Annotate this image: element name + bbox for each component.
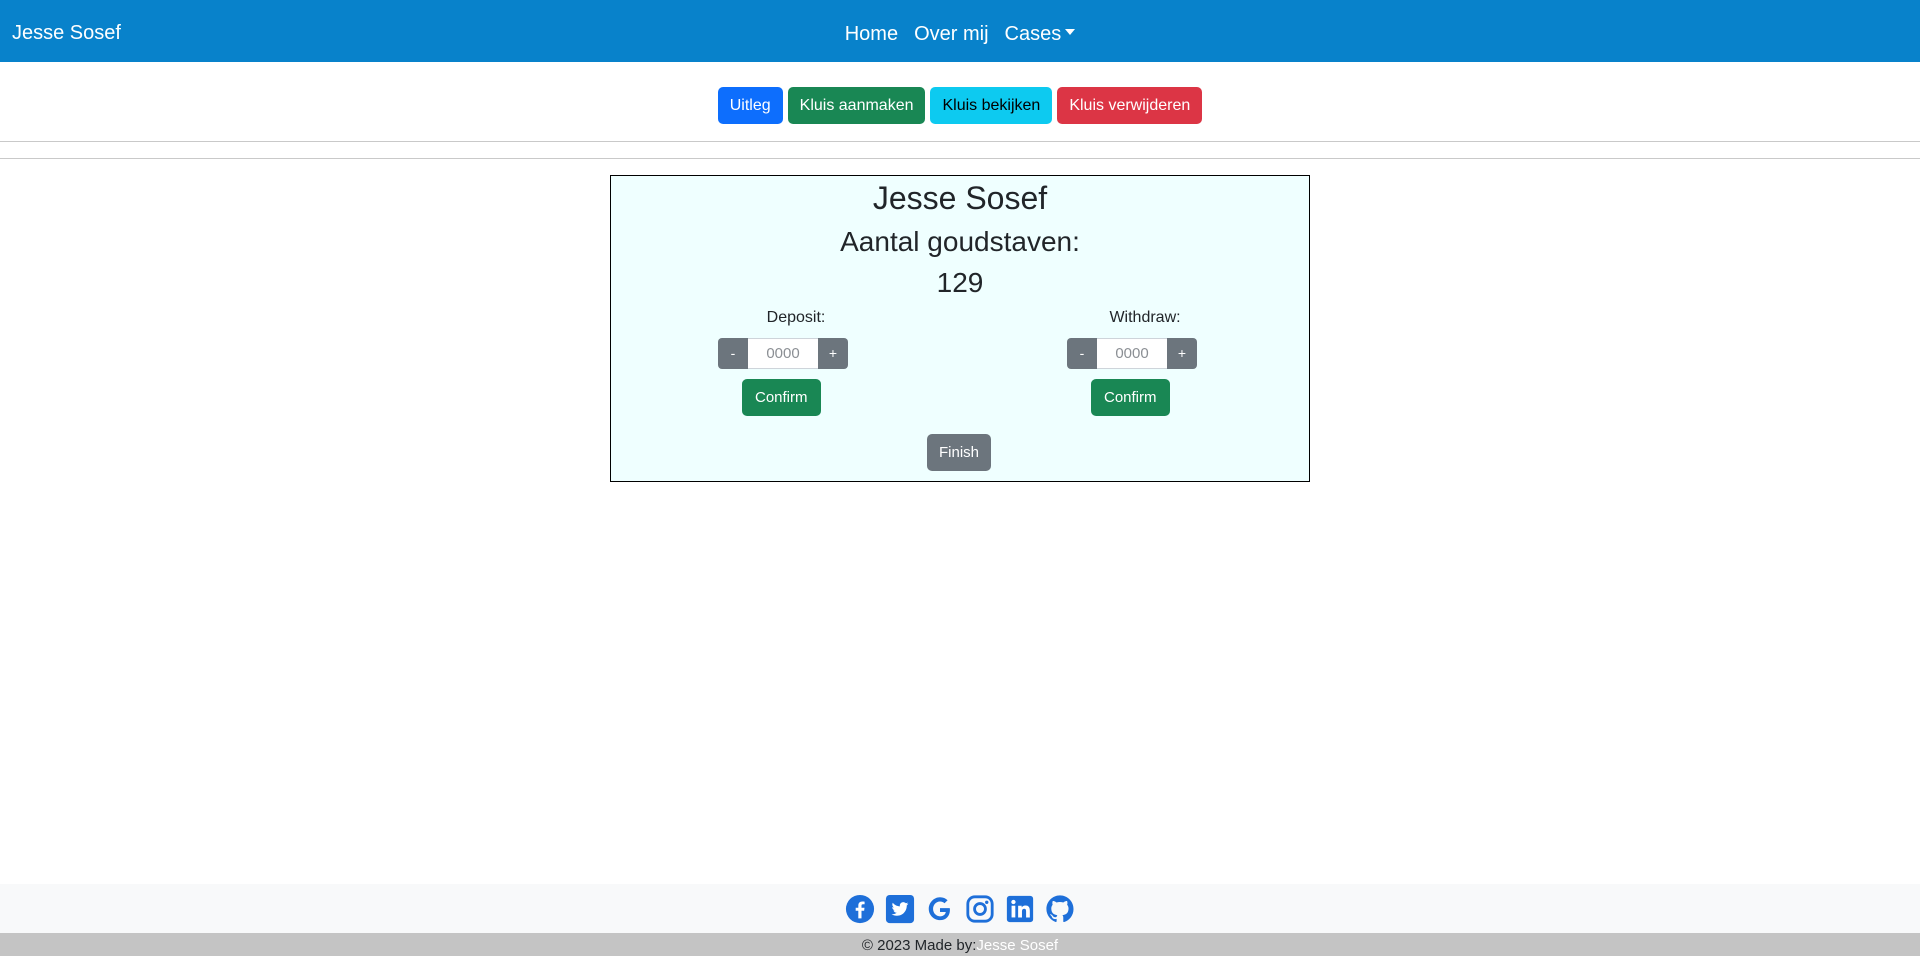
gold-bars-count: 129 (936, 267, 984, 298)
nav-link-cases-label: Cases (1004, 22, 1062, 45)
vault-card: Jesse Sosef Aantal goudstaven: 129 Depos… (610, 175, 1310, 482)
linkedin-icon[interactable] (1005, 894, 1035, 924)
withdraw-amount-input[interactable] (1097, 338, 1167, 369)
divider (0, 141, 1920, 142)
facebook-icon[interactable] (845, 894, 875, 924)
withdraw-label: Withdraw: (1109, 309, 1181, 326)
google-icon[interactable] (925, 894, 955, 924)
copyright-text: © 2023 Made by: (861, 937, 977, 954)
top-navbar: Jesse Sosef Home Over mij Cases (0, 0, 1920, 62)
withdraw-increment-button[interactable]: + (1167, 338, 1197, 369)
nav-dropdown-cases[interactable]: Cases (1005, 23, 1076, 46)
deposit-increment-button[interactable]: + (818, 338, 848, 369)
deposit-decrement-button[interactable]: - (718, 338, 748, 369)
vault-action-buttons: Uitleg Kluis aanmaken Kluis bekijken Klu… (0, 87, 1920, 124)
nav-link-over-mij[interactable]: Over mij (914, 23, 988, 46)
instagram-icon[interactable] (965, 894, 995, 924)
finish-button[interactable]: Finish (927, 434, 992, 471)
withdraw-confirm-button[interactable]: Confirm (1091, 379, 1170, 416)
twitter-icon[interactable] (885, 894, 915, 924)
divider (0, 158, 1920, 159)
nav-links: Home Over mij Cases (0, 0, 1920, 62)
withdraw-decrement-button[interactable]: - (1067, 338, 1097, 369)
delete-vault-button[interactable]: Kluis verwijderen (1057, 87, 1203, 124)
create-vault-button[interactable]: Kluis aanmaken (787, 87, 926, 124)
github-icon[interactable] (1045, 894, 1075, 924)
caret-down-icon (1065, 29, 1076, 35)
vault-owner-name: Jesse Sosef (872, 180, 1048, 216)
deposit-confirm-button[interactable]: Confirm (742, 379, 821, 416)
deposit-label: Deposit: (766, 309, 826, 326)
withdraw-stepper: - + (1067, 338, 1197, 369)
nav-link-home[interactable]: Home (845, 23, 898, 46)
footer: © 2023 Made by:Jesse Sosef (0, 884, 1920, 956)
social-links (0, 894, 1920, 924)
view-vault-button[interactable]: Kluis bekijken (930, 87, 1053, 124)
uitleg-button[interactable]: Uitleg (717, 87, 783, 124)
copyright-author-link[interactable]: Jesse Sosef (976, 937, 1058, 954)
copyright-bar: © 2023 Made by:Jesse Sosef (0, 933, 1920, 956)
deposit-stepper: - + (718, 338, 848, 369)
deposit-amount-input[interactable] (748, 338, 818, 369)
gold-bars-label: Aantal goudstaven: (840, 226, 1080, 257)
